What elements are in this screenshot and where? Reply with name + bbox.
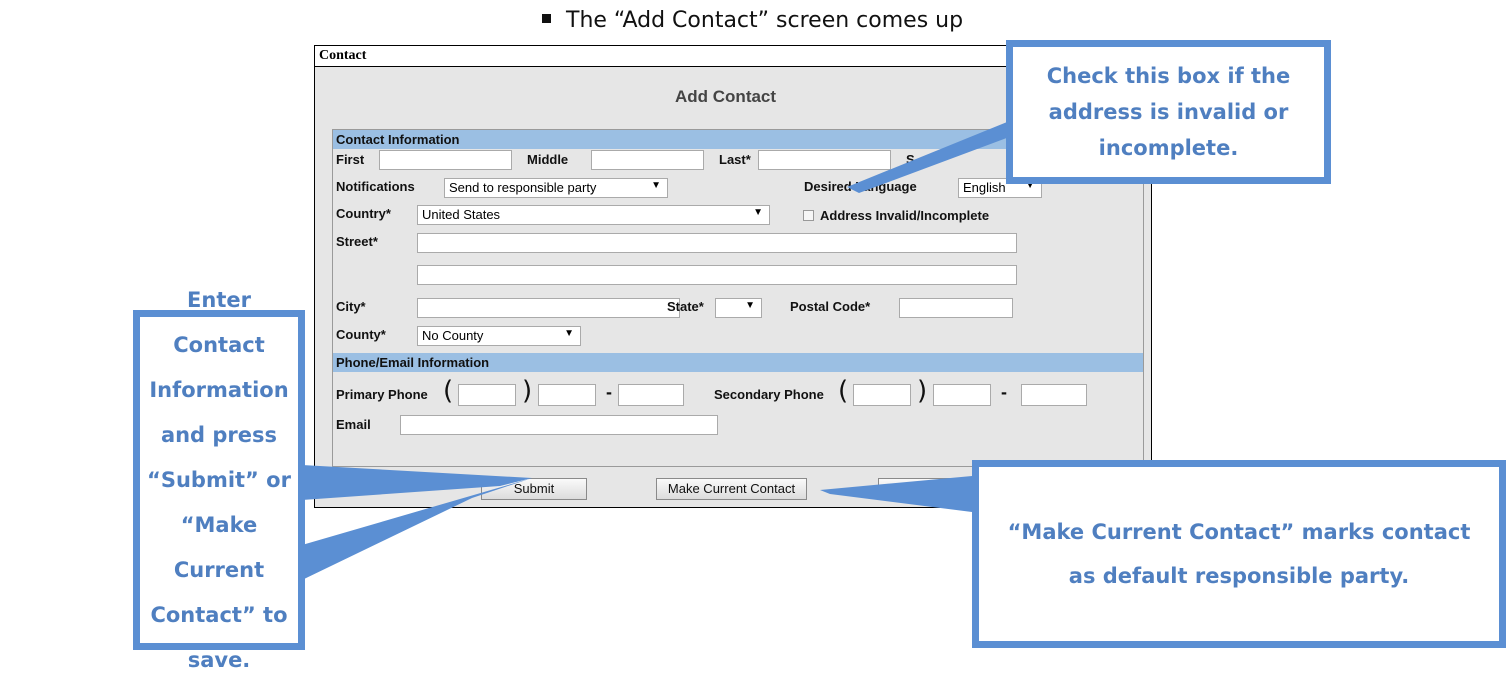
street-label: Street*: [336, 234, 378, 249]
notifications-label: Notifications: [336, 179, 415, 194]
secondary-area-code-input[interactable]: [853, 384, 911, 406]
window-title: Contact: [319, 48, 367, 63]
chevron-down-icon: ▼: [753, 207, 763, 218]
street-line-1-input[interactable]: [417, 233, 1017, 253]
form-heading: Add Contact: [675, 87, 777, 106]
chevron-down-icon: ▼: [564, 328, 574, 339]
suffix-label: S: [906, 152, 915, 167]
county-label: County*: [336, 327, 386, 342]
first-label: First: [336, 152, 365, 167]
primary-prefix-input[interactable]: [538, 384, 596, 406]
primary-phone-label: Primary Phone: [336, 387, 428, 402]
county-select[interactable]: No County ▼: [417, 326, 581, 346]
city-label: City*: [336, 299, 366, 314]
desired-language-label: Desired Language: [804, 179, 917, 194]
street-line-2-input[interactable]: [417, 265, 1017, 285]
postal-code-label: Postal Code*: [790, 299, 871, 314]
submit-button[interactable]: Submit: [481, 478, 587, 500]
first-name-input[interactable]: [379, 150, 512, 170]
last-label: Last*: [719, 152, 751, 167]
middle-name-input[interactable]: [591, 150, 704, 170]
callout-make-current-note: “Make Current Contact” marks contact as …: [972, 460, 1506, 648]
address-invalid-checkbox[interactable]: [803, 210, 814, 221]
callout-checkbox-note: Check this box if the address is invalid…: [1006, 40, 1331, 184]
secondary-phone-group: ( ) -: [838, 376, 1108, 408]
primary-line-input[interactable]: [618, 384, 684, 406]
primary-area-code-input[interactable]: [458, 384, 516, 406]
middle-label: Middle: [527, 152, 569, 167]
callout-enter-info: Enter Contact Information and press “Sub…: [133, 288, 305, 672]
state-label: State*: [667, 299, 704, 314]
phone-email-section-header: Phone/Email Information: [333, 353, 1143, 372]
city-input[interactable]: [417, 298, 680, 318]
bullet-icon: [542, 14, 551, 23]
make-current-contact-button[interactable]: Make Current Contact: [656, 478, 807, 500]
last-name-input[interactable]: [758, 150, 891, 170]
secondary-phone-label: Secondary Phone: [714, 387, 824, 402]
secondary-line-input[interactable]: [1021, 384, 1087, 406]
chevron-down-icon: ▼: [745, 300, 755, 311]
postal-code-input[interactable]: [899, 298, 1013, 318]
country-label: Country*: [336, 206, 391, 221]
address-invalid-label: Address Invalid/Incomplete: [820, 208, 990, 223]
chevron-down-icon: ▼: [651, 180, 661, 191]
secondary-prefix-input[interactable]: [933, 384, 991, 406]
primary-phone-group: ( ) -: [443, 376, 713, 408]
email-input[interactable]: [400, 415, 718, 435]
caption-text: The “Add Contact” screen comes up: [542, 8, 963, 33]
country-select[interactable]: United States ▼: [417, 205, 770, 225]
notifications-select[interactable]: Send to responsible party ▼: [444, 178, 668, 198]
state-select[interactable]: ▼: [715, 298, 762, 318]
email-label: Email: [336, 417, 371, 432]
